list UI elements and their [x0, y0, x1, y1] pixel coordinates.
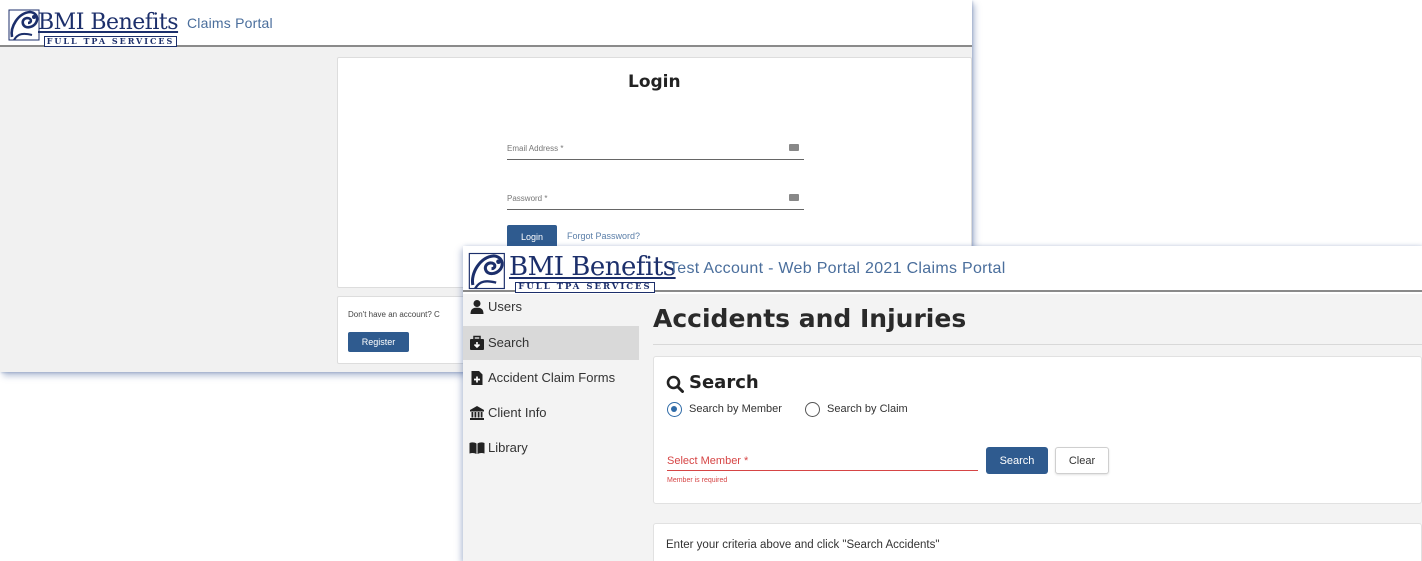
keyboard-icon: [789, 194, 799, 201]
sidebar-item-label: Search: [488, 335, 530, 350]
password-field[interactable]: Password *: [507, 186, 804, 210]
logo-wordmark: BMI Benefits: [509, 252, 676, 282]
bmi-swirl-icon: [8, 9, 40, 41]
sidebar-item-library[interactable]: Library: [463, 431, 639, 465]
register-button[interactable]: Register: [348, 332, 409, 352]
login-heading: Login: [628, 72, 681, 92]
results-card: Enter your criteria above and click "Sea…: [653, 523, 1422, 561]
page-title: Accidents and Injuries: [653, 304, 967, 333]
user-icon: [470, 300, 484, 314]
radio-search-by-member[interactable]: Search by Member: [667, 401, 795, 419]
radio-label: Search by Member: [689, 403, 782, 415]
sidebar-item-users[interactable]: Users: [463, 290, 639, 324]
bmi-logo[interactable]: BMI Benefits FULL TPA SERVICES: [8, 7, 179, 47]
search-heading: Search: [689, 372, 759, 393]
email-label: Email Address *: [507, 144, 564, 153]
bmi-logo[interactable]: BMI Benefits FULL TPA SERVICES: [467, 250, 676, 293]
keyboard-icon: [789, 144, 799, 151]
sidebar-item-label: Library: [488, 440, 528, 455]
sidebar-item-search[interactable]: Search: [463, 326, 639, 360]
portal-header: BMI Benefits FULL TPA SERVICES Test Acco…: [463, 246, 1422, 293]
login-button[interactable]: Login: [507, 225, 557, 248]
select-member-input[interactable]: Select Member *: [667, 450, 978, 471]
login-header: BMI Benefits FULL TPA SERVICES Claims Po…: [0, 0, 972, 47]
title-divider: [653, 344, 1422, 345]
forgot-password-link[interactable]: Forgot Password?: [567, 231, 640, 241]
register-prompt: Don't have an account? C: [348, 310, 440, 319]
radio-checked-icon: [667, 402, 682, 417]
search-button[interactable]: Search: [986, 447, 1048, 474]
logo-wordmark: BMI Benefits: [38, 10, 179, 35]
sidebar-item-accident-claim-forms[interactable]: Accident Claim Forms: [463, 361, 639, 395]
book-icon: [469, 442, 485, 454]
portal-title: Claims Portal: [187, 15, 273, 31]
portal-window: BMI Benefits FULL TPA SERVICES Test Acco…: [463, 246, 1422, 561]
select-member-label: Select Member *: [667, 455, 749, 467]
bank-icon: [470, 406, 484, 420]
clear-button[interactable]: Clear: [1055, 447, 1109, 474]
sidebar: Users Search Accident Claim Forms Client…: [463, 294, 639, 561]
bmi-swirl-icon: [468, 252, 505, 290]
radio-search-by-claim[interactable]: Search by Claim: [805, 401, 925, 419]
radio-unchecked-icon: [805, 402, 820, 417]
email-field[interactable]: Email Address *: [507, 136, 804, 160]
results-message: Enter your criteria above and click "Sea…: [666, 539, 940, 551]
portal-title: Test Account - Web Portal 2021 Claims Po…: [669, 260, 1006, 277]
sidebar-item-label: Accident Claim Forms: [488, 370, 616, 385]
password-label: Password *: [507, 194, 548, 203]
member-error-message: Member is required: [667, 477, 728, 484]
search-icon: [666, 375, 684, 393]
file-plus-icon: [471, 371, 483, 385]
main-content: Accidents and Injuries Search Search by …: [639, 294, 1422, 561]
search-card: Search Search by Member Search by Claim …: [653, 356, 1422, 504]
radio-label: Search by Claim: [827, 403, 908, 415]
sidebar-item-label: Users: [488, 299, 522, 314]
sidebar-item-client-info[interactable]: Client Info: [463, 396, 639, 430]
logo-tagline: FULL TPA SERVICES: [44, 36, 177, 47]
sidebar-item-label: Client Info: [488, 405, 547, 420]
search-box-icon: [470, 335, 484, 350]
